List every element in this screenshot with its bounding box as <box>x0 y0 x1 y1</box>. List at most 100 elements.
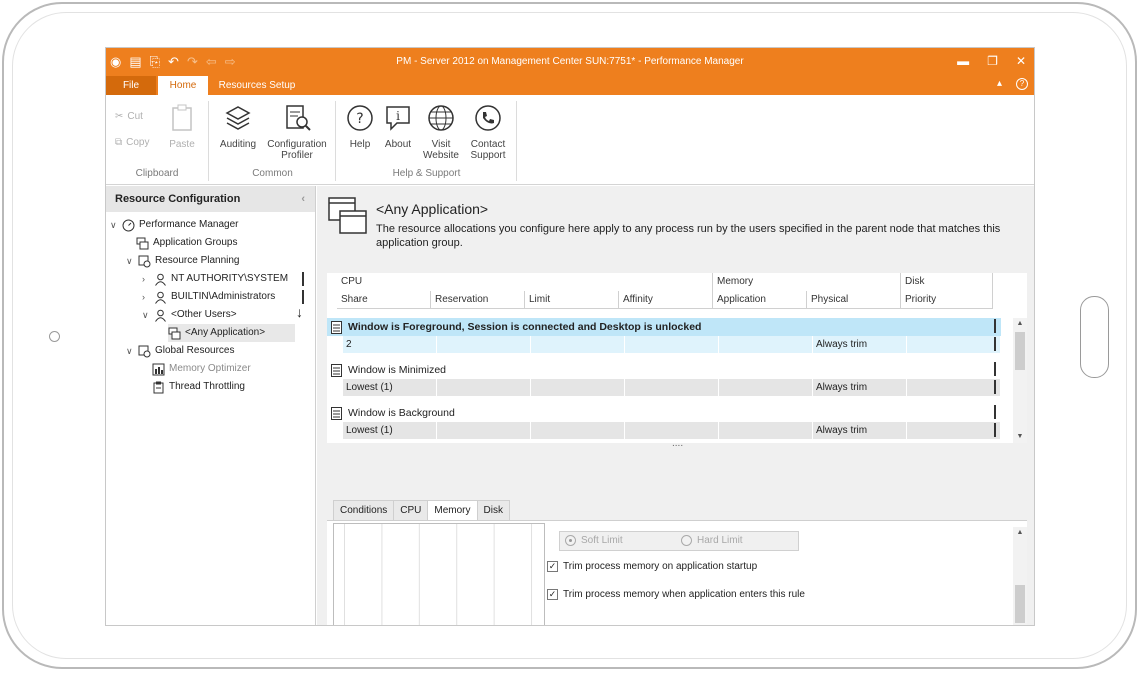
tree-item-builtin-administrators[interactable]: › BUILTIN\Administrators <box>142 288 275 306</box>
collapse-ribbon-icon[interactable]: ▴ <box>997 78 1002 90</box>
auditing-button[interactable]: Auditing <box>216 103 260 150</box>
move-down-arrow-icon[interactable]: ↓ <box>296 304 303 320</box>
svg-text:i: i <box>396 109 400 123</box>
cell-priority <box>907 422 1001 439</box>
globe-icon <box>428 105 454 131</box>
disk-group-header: Disk <box>901 273 993 291</box>
checkmark-icon: ✓ <box>547 561 558 572</box>
col-application[interactable]: Application <box>713 291 807 309</box>
copy-button[interactable]: ⧉ Copy <box>115 137 150 148</box>
tab-disk[interactable]: Disk <box>476 500 510 520</box>
reorder-handle[interactable] <box>302 272 304 286</box>
contact-support-button[interactable]: Contact Support <box>465 103 511 161</box>
trim-startup-checkbox[interactable]: ✓ Trim process memory on application sta… <box>547 561 757 572</box>
hard-limit-radio[interactable]: Hard Limit <box>681 535 743 546</box>
app-window-icon <box>168 327 181 339</box>
scroll-thumb[interactable] <box>1015 585 1025 623</box>
col-share[interactable]: Share <box>337 291 431 309</box>
rule-name: Window is Background <box>348 407 455 419</box>
tree-item-any-application[interactable]: <Any Application> <box>168 324 295 342</box>
about-button[interactable]: i About <box>381 103 415 150</box>
tree-item-resource-planning[interactable]: ∨ Resource Planning <box>126 252 240 270</box>
tree-item-global-resources[interactable]: ∨ Global Resources <box>126 342 234 360</box>
tree-item-performance-manager[interactable]: ∨ Performance Manager <box>110 216 239 234</box>
soft-limit-radio[interactable]: Soft Limit <box>565 535 623 546</box>
expand-chevron-icon[interactable]: ∨ <box>126 252 134 270</box>
visit-label-1: Visit <box>431 139 451 150</box>
tab-memory[interactable]: Memory <box>427 500 478 521</box>
collapsed-chevron-icon[interactable]: › <box>142 270 150 288</box>
collapsed-chevron-icon[interactable]: › <box>142 288 150 306</box>
cut-button[interactable]: ✂ Cut <box>115 111 143 122</box>
cell-limit <box>531 336 625 353</box>
help-support-group-label: Help & Support <box>392 168 461 179</box>
col-physical[interactable]: Physical <box>807 291 901 309</box>
expand-chevron-icon[interactable]: ∨ <box>142 306 150 324</box>
tab-conditions[interactable]: Conditions <box>333 500 395 520</box>
tree-item-thread-throttling[interactable]: Thread Throttling <box>152 378 245 396</box>
tab-resources-setup[interactable]: Resources Setup <box>216 76 298 95</box>
panel-header: Resource Configuration ‹ <box>106 186 315 212</box>
table-row[interactable]: Lowest (1) Always trim <box>343 422 1001 439</box>
visit-website-button[interactable]: Visit Website <box>421 103 461 161</box>
clipboard-group: ✂ Cut ⧉ Copy Paste Clipboard <box>106 101 209 181</box>
row-marker <box>994 423 996 437</box>
rule-header-foreground[interactable]: Window is Foreground, Session is connect… <box>327 318 1001 336</box>
restore-icon[interactable]: ❐ <box>987 54 998 68</box>
help-circle-icon[interactable]: ? <box>1016 78 1028 90</box>
collapse-panel-icon[interactable]: ‹ <box>301 186 305 212</box>
memory-chart-icon <box>152 363 165 375</box>
window-title: PM - Server 2012 on Management Center SU… <box>396 56 744 67</box>
ribbon: ✂ Cut ⧉ Copy Paste Clipboard Auditing Co… <box>106 95 1034 185</box>
col-affinity[interactable]: Affinity <box>619 291 713 309</box>
tree-item-memory-optimizer[interactable]: Memory Optimizer <box>152 360 251 378</box>
cell-reservation <box>437 379 531 396</box>
help-button[interactable]: ? Help <box>343 103 377 150</box>
tab-home[interactable]: Home <box>158 76 208 95</box>
table-row[interactable]: 2 Always trim <box>343 336 1001 353</box>
scroll-down-icon[interactable]: ▼ <box>1013 431 1027 443</box>
reorder-handle[interactable] <box>302 290 304 304</box>
user-icon <box>155 309 166 322</box>
home-button[interactable] <box>1080 296 1109 378</box>
cell-physical: Always trim <box>813 336 907 353</box>
tree-label: <Any Application> <box>185 327 266 338</box>
detail-scrollbar[interactable]: ▲ <box>1013 527 1027 625</box>
tree-label: Resource Planning <box>155 255 240 266</box>
rule-header-minimized[interactable]: Window is Minimized <box>327 361 987 379</box>
hard-limit-label: Hard Limit <box>697 535 743 546</box>
tab-cpu[interactable]: CPU <box>393 500 429 520</box>
trim-rule-label: Trim process memory when application ent… <box>563 589 805 600</box>
cell-physical: Always trim <box>813 422 907 439</box>
rule-header-background[interactable]: Window is Background <box>327 404 987 422</box>
splitter-handle[interactable]: .... <box>672 438 683 449</box>
scroll-up-icon[interactable]: ▲ <box>1013 527 1027 539</box>
close-icon[interactable]: ✕ <box>1016 54 1026 68</box>
contact-label-2: Support <box>470 150 506 161</box>
scroll-up-icon[interactable]: ▲ <box>1013 318 1027 330</box>
configuration-profiler-button[interactable]: Configuration Profiler <box>264 103 330 161</box>
tab-file[interactable]: File <box>106 76 156 95</box>
col-limit[interactable]: Limit <box>525 291 619 309</box>
grid-scrollbar[interactable]: ▲ ▼ <box>1013 318 1027 443</box>
minimize-icon[interactable]: ▬ <box>957 54 969 68</box>
phone-icon <box>475 105 501 131</box>
col-reservation[interactable]: Reservation <box>431 291 525 309</box>
paste-button[interactable]: Paste <box>164 103 200 150</box>
tree-item-nt-authority-system[interactable]: › NT AUTHORITY\SYSTEM <box>142 270 288 288</box>
main-content: <Any Application> The resource allocatio… <box>317 186 1034 625</box>
tree-item-application-groups[interactable]: Application Groups <box>136 234 238 252</box>
auditing-label: Auditing <box>219 139 257 150</box>
visit-label-2: Website <box>423 150 459 161</box>
col-priority[interactable]: Priority <box>901 291 993 309</box>
tree-label: Thread Throttling <box>169 381 245 392</box>
ribbon-tabs: File Home Resources Setup ▴ ? <box>106 76 1034 95</box>
expand-chevron-icon[interactable]: ∨ <box>110 216 118 234</box>
about-label: About <box>384 139 412 150</box>
tree-item-other-users[interactable]: ∨ <Other Users> <box>142 306 237 324</box>
trim-rule-checkbox[interactable]: ✓ Trim process memory when application e… <box>547 589 805 600</box>
expand-chevron-icon[interactable]: ∨ <box>126 342 134 360</box>
scroll-thumb[interactable] <box>1015 332 1025 370</box>
help-support-group: ? Help i About Visit Website Contact Sup… <box>337 101 517 181</box>
table-row[interactable]: Lowest (1) Always trim <box>343 379 1001 396</box>
